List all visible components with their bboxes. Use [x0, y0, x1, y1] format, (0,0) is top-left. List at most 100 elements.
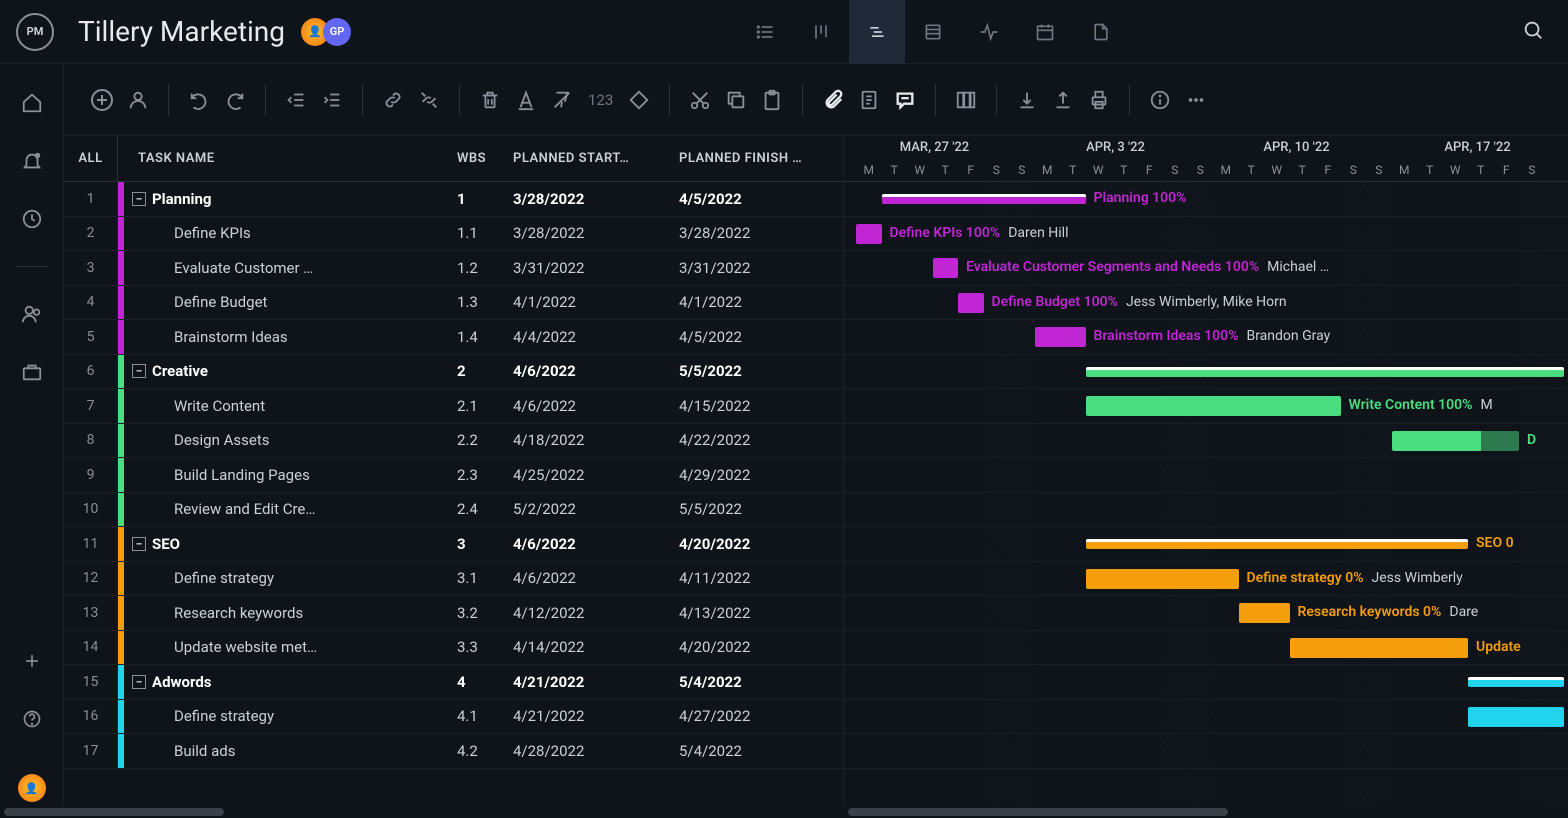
logo[interactable]: PM: [16, 13, 54, 51]
more-icon[interactable]: [1182, 86, 1210, 114]
gantt-row[interactable]: SEO 0: [844, 527, 1568, 562]
finish-cell[interactable]: 4/11/2022: [673, 569, 843, 587]
gantt-bar[interactable]: [1392, 431, 1520, 451]
table-row[interactable]: 2Define KPIs1.13/28/20223/28/2022: [64, 217, 843, 252]
finish-cell[interactable]: 5/4/2022: [673, 673, 843, 691]
wbs-cell[interactable]: 4: [451, 673, 507, 691]
table-row[interactable]: 15−Adwords44/21/20225/4/2022: [64, 665, 843, 700]
gantt-bar[interactable]: [1086, 539, 1469, 549]
start-cell[interactable]: 5/2/2022: [507, 500, 673, 518]
gantt-row[interactable]: Define Budget 100%Jess Wimberly, Mike Ho…: [844, 286, 1568, 321]
table-row[interactable]: 3Evaluate Customer …1.23/31/20223/31/202…: [64, 251, 843, 286]
table-row[interactable]: 1−Planning13/28/20224/5/2022: [64, 182, 843, 217]
wbs-cell[interactable]: 3.3: [451, 638, 507, 656]
gantt-bar[interactable]: [958, 293, 984, 313]
table-row[interactable]: 12Define strategy3.14/6/20224/11/2022: [64, 562, 843, 597]
start-cell[interactable]: 3/31/2022: [507, 259, 673, 277]
gantt-bar[interactable]: [933, 258, 959, 278]
start-cell[interactable]: 3/28/2022: [507, 224, 673, 242]
task-name-cell[interactable]: Build Landing Pages: [124, 466, 451, 484]
priority-icon[interactable]: [625, 86, 653, 114]
gantt-row[interactable]: [844, 355, 1568, 390]
start-cell[interactable]: 4/6/2022: [507, 535, 673, 553]
grid-scrollbar[interactable]: [64, 806, 844, 818]
add-task-icon[interactable]: [88, 86, 116, 114]
link-icon[interactable]: [379, 86, 407, 114]
wbs-cell[interactable]: 1.3: [451, 293, 507, 311]
task-name-cell[interactable]: Define strategy: [124, 707, 451, 725]
wbs-cell[interactable]: 4.1: [451, 707, 507, 725]
help-icon[interactable]: [21, 708, 43, 730]
gantt-row[interactable]: Update: [844, 631, 1568, 666]
start-cell[interactable]: 4/14/2022: [507, 638, 673, 656]
view-board-icon[interactable]: [793, 0, 849, 64]
gantt-row[interactable]: Research keywords 0%Dare: [844, 596, 1568, 631]
wbs-cell[interactable]: 2.2: [451, 431, 507, 449]
gantt-row[interactable]: Write Content 100%M: [844, 389, 1568, 424]
wbs-cell[interactable]: 2.4: [451, 500, 507, 518]
start-cell[interactable]: 4/21/2022: [507, 707, 673, 725]
wbs-cell[interactable]: 1.2: [451, 259, 507, 277]
clear-format-icon[interactable]: [548, 86, 576, 114]
comment-icon[interactable]: [891, 86, 919, 114]
task-name-cell[interactable]: −Planning: [124, 190, 451, 208]
view-activity-icon[interactable]: [961, 0, 1017, 64]
assign-icon[interactable]: [124, 86, 152, 114]
gantt-row[interactable]: [844, 734, 1568, 769]
view-list-icon[interactable]: [737, 0, 793, 64]
gantt-bar[interactable]: [1290, 638, 1469, 658]
gantt-row[interactable]: Planning 100%: [844, 182, 1568, 217]
gantt-scrollbar[interactable]: [844, 806, 1568, 818]
cut-icon[interactable]: [686, 86, 714, 114]
task-name-cell[interactable]: −Creative: [124, 362, 451, 380]
task-name-cell[interactable]: Write Content: [124, 397, 451, 415]
table-row[interactable]: 6−Creative24/6/20225/5/2022: [64, 355, 843, 390]
trash-icon[interactable]: [476, 86, 504, 114]
col-finish[interactable]: PLANNED FINISH …: [673, 136, 843, 181]
table-row[interactable]: 10Review and Edit Cre…2.45/2/20225/5/202…: [64, 493, 843, 528]
attach-icon[interactable]: [819, 86, 847, 114]
start-cell[interactable]: 4/18/2022: [507, 431, 673, 449]
finish-cell[interactable]: 4/1/2022: [673, 293, 843, 311]
wbs-cell[interactable]: 2.3: [451, 466, 507, 484]
col-name[interactable]: TASK NAME: [128, 136, 451, 181]
export-icon[interactable]: [1049, 86, 1077, 114]
start-cell[interactable]: 4/6/2022: [507, 397, 673, 415]
task-name-cell[interactable]: −SEO: [124, 535, 451, 553]
finish-cell[interactable]: 4/29/2022: [673, 466, 843, 484]
gantt-row[interactable]: Evaluate Customer Segments and Needs 100…: [844, 251, 1568, 286]
print-icon[interactable]: [1085, 86, 1113, 114]
paste-icon[interactable]: [758, 86, 786, 114]
home-icon[interactable]: [21, 92, 43, 114]
undo-icon[interactable]: [185, 86, 213, 114]
gantt-row[interactable]: [844, 665, 1568, 700]
task-name-cell[interactable]: Review and Edit Cre…: [124, 500, 451, 518]
finish-cell[interactable]: 3/28/2022: [673, 224, 843, 242]
table-row[interactable]: 5Brainstorm Ideas1.44/4/20224/5/2022: [64, 320, 843, 355]
finish-cell[interactable]: 5/5/2022: [673, 500, 843, 518]
start-cell[interactable]: 4/21/2022: [507, 673, 673, 691]
table-row[interactable]: 17Build ads4.24/28/20225/4/2022: [64, 734, 843, 769]
start-cell[interactable]: 4/12/2022: [507, 604, 673, 622]
wbs-cell[interactable]: 1.4: [451, 328, 507, 346]
view-calendar-icon[interactable]: [1017, 0, 1073, 64]
gantt-row[interactable]: Define strategy 0%Jess Wimberly: [844, 562, 1568, 597]
gantt-bar[interactable]: [1035, 327, 1086, 347]
finish-cell[interactable]: 4/5/2022: [673, 190, 843, 208]
table-row[interactable]: 14Update website met…3.34/14/20224/20/20…: [64, 631, 843, 666]
gantt-bar[interactable]: [1468, 677, 1564, 687]
collapse-icon[interactable]: −: [132, 675, 146, 689]
wbs-cell[interactable]: 2: [451, 362, 507, 380]
note-icon[interactable]: [855, 86, 883, 114]
search-icon[interactable]: [1514, 19, 1552, 45]
task-name-cell[interactable]: Evaluate Customer …: [124, 259, 451, 277]
table-row[interactable]: 7Write Content2.14/6/20224/15/2022: [64, 389, 843, 424]
member-avatars[interactable]: 👤 GP: [301, 18, 351, 46]
wbs-cell[interactable]: 3.1: [451, 569, 507, 587]
table-row[interactable]: 8Design Assets2.24/18/20224/22/2022: [64, 424, 843, 459]
briefcase-icon[interactable]: [21, 361, 43, 383]
wbs-cell[interactable]: 2.1: [451, 397, 507, 415]
gantt-row[interactable]: D: [844, 424, 1568, 459]
start-cell[interactable]: 4/25/2022: [507, 466, 673, 484]
gantt-row[interactable]: [844, 458, 1568, 493]
